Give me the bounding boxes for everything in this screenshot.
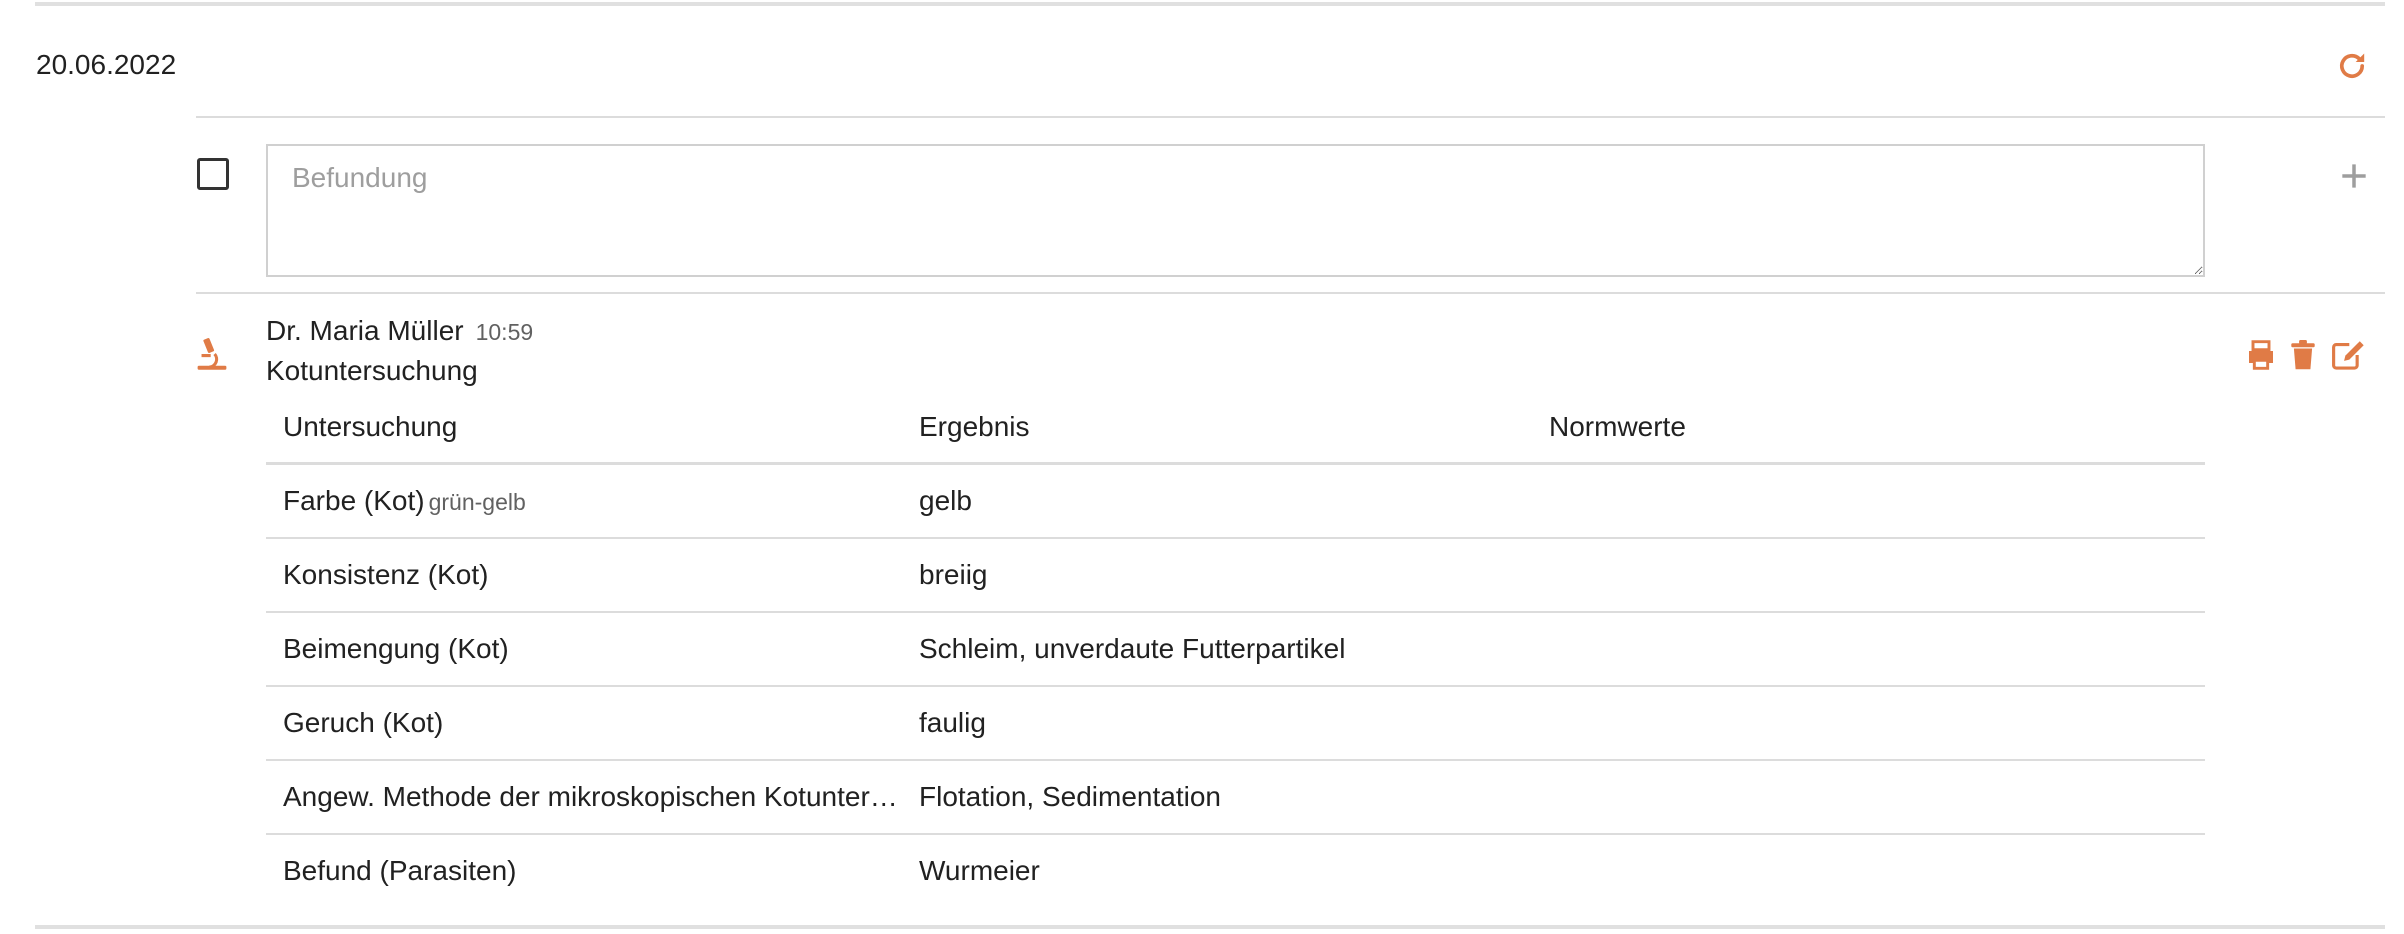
befund-input[interactable]: [266, 144, 2205, 277]
top-divider: [35, 2, 2385, 6]
norm-cell: [1532, 686, 2205, 761]
table-row: Konsistenz (Kot) breiig: [266, 538, 2205, 613]
trash-icon: [2290, 339, 2316, 371]
column-header-norm: Normwerte: [1532, 392, 2205, 465]
lab-entry-marker: [194, 336, 230, 372]
test-name: Farbe (Kot): [283, 485, 425, 516]
test-name: Befund (Parasiten): [283, 855, 517, 886]
norm-cell: [1532, 612, 2205, 687]
test-name: Beimengung (Kot): [283, 633, 509, 664]
results-table: Untersuchung Ergebnis Normwerte Farbe (K…: [266, 392, 2205, 907]
add-button[interactable]: [2336, 158, 2372, 194]
norm-cell: [1532, 463, 2205, 539]
norm-cell: [1532, 834, 2205, 907]
table-row: Farbe (Kot) grün-gelb gelb: [266, 463, 2205, 539]
result-cell: Flotation, Sedimentation: [902, 760, 1532, 835]
print-icon: [2245, 339, 2277, 371]
norm-cell: [1532, 538, 2205, 613]
entry-header: Dr. Maria Müller 10:59: [266, 314, 533, 349]
test-name: Geruch (Kot): [283, 707, 444, 738]
result-cell: gelb: [902, 463, 1532, 539]
entry-title: Kotuntersuchung: [266, 355, 478, 386]
section-divider: [196, 292, 2385, 294]
norm-cell: [1532, 760, 2205, 835]
print-button[interactable]: [2242, 336, 2280, 374]
entry-time: 10:59: [475, 319, 534, 345]
result-cell: faulig: [902, 686, 1532, 761]
result-cell: Wurmeier: [919, 855, 1040, 886]
refresh-button[interactable]: [2332, 46, 2372, 86]
test-name: Angew. Methode der mikroskopischen Kotun…: [283, 781, 902, 812]
table-row: Geruch (Kot) faulig: [266, 686, 2205, 761]
result-cell: Schleim, unverdaute Futterpartikel: [902, 612, 1532, 687]
microscope-icon: [196, 337, 228, 371]
edit-button[interactable]: [2328, 336, 2368, 374]
test-cell: Konsistenz (Kot): [266, 538, 902, 613]
table-row: Befund (Parasiten) Wurmeier: [266, 834, 2205, 907]
test-cell: Angew. Methode der mikroskopischen Kotun…: [266, 760, 902, 835]
entry-select-checkbox[interactable]: [197, 158, 229, 190]
test-note: grün-gelb: [428, 489, 526, 515]
plus-icon: [2340, 162, 2368, 190]
test-cell: Farbe (Kot) grün-gelb: [266, 463, 902, 539]
test-name: Konsistenz (Kot): [283, 559, 489, 590]
edit-icon: [2331, 339, 2365, 371]
delete-button[interactable]: [2286, 336, 2320, 374]
author-name: Dr. Maria Müller: [266, 315, 464, 346]
test-cell: Geruch (Kot): [266, 686, 902, 761]
table-row: Beimengung (Kot) Schleim, unverdaute Fut…: [266, 612, 2205, 687]
bottom-divider: [35, 925, 2385, 929]
column-header-result: Ergebnis: [902, 392, 1532, 465]
test-cell: Beimengung (Kot): [266, 612, 902, 687]
entry-date: 20.06.2022: [36, 49, 177, 80]
test-cell: Befund (Parasiten): [266, 834, 902, 907]
column-header-test: Untersuchung: [266, 392, 902, 465]
result-cell: breiig: [902, 538, 1532, 613]
table-row: Angew. Methode der mikroskopischen Kotun…: [266, 760, 2205, 835]
refresh-icon: [2335, 49, 2369, 83]
section-divider: [196, 116, 2385, 118]
table-header-row: Untersuchung Ergebnis Normwerte: [266, 392, 2205, 465]
